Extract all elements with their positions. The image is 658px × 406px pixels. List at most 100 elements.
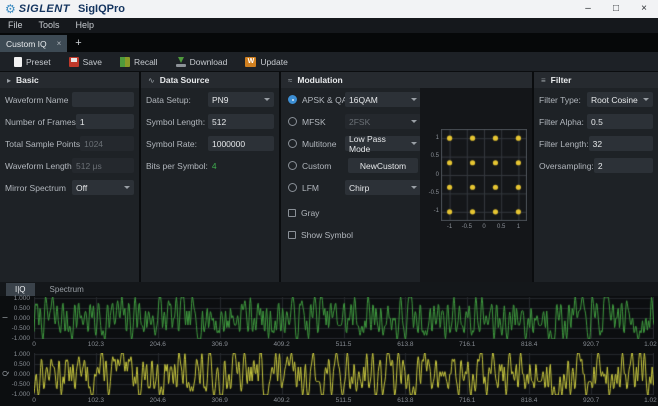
y-tick-label: 1.000: [4, 351, 30, 358]
update-icon: W: [245, 57, 256, 67]
x-tick-label: 920.7: [583, 341, 599, 348]
x-tick-label: 920.7: [583, 397, 599, 404]
add-tab-button[interactable]: +: [67, 35, 89, 52]
x-tick-label: 818.4: [521, 397, 537, 404]
chevron-down-icon: [411, 186, 417, 189]
basic-panel: ▸ Basic Waveform Name Number of Frames 1…: [0, 72, 139, 282]
x-tick-label: 409.2: [273, 341, 289, 348]
x-tick-label: 716.1: [459, 397, 475, 404]
toolbar: Preset Save Recall Download W Update: [0, 52, 658, 72]
q-channel-plot: Q 1.0000.5000.000-0.500-1.0000102.3204.6…: [0, 352, 658, 406]
checkbox-icon[interactable]: [288, 209, 296, 217]
modulation-icon: ≈: [288, 76, 292, 85]
x-tick-label: 0: [32, 341, 36, 348]
save-icon: [69, 57, 79, 67]
chevron-down-icon: [411, 120, 417, 123]
radio-icon[interactable]: [288, 183, 297, 192]
constellation-x-tick: -0.5: [462, 224, 472, 230]
tab-close-icon[interactable]: ×: [57, 39, 62, 48]
update-button[interactable]: W Update: [241, 54, 291, 70]
menu-bar: File Tools Help: [0, 18, 658, 33]
radio-icon[interactable]: [288, 139, 297, 148]
y-tick-label: 0.500: [4, 361, 30, 368]
constellation-y-tick: -0.5: [429, 190, 439, 196]
data-setup-select[interactable]: PN9: [208, 92, 274, 107]
radio-icon[interactable]: [288, 161, 297, 170]
radio-icon[interactable]: [288, 117, 297, 126]
symbol-rate-input[interactable]: 1000000: [208, 136, 274, 151]
x-tick-label: 613.8: [397, 341, 413, 348]
y-tick-label: 0.000: [4, 371, 30, 378]
x-tick-label: 818.4: [521, 341, 537, 348]
data-source-panel-header: ∿ Data Source: [141, 72, 279, 88]
chevron-down-icon: [643, 98, 649, 101]
oversampling-input[interactable]: 2: [594, 158, 653, 173]
constellation-y-tick: 0.5: [431, 153, 439, 159]
filter-icon: ≡: [541, 76, 546, 85]
download-button[interactable]: Download: [172, 54, 232, 70]
x-tick-label: 511.5: [336, 341, 352, 348]
bits-per-symbol-value: 4: [212, 161, 217, 171]
y-tick-label: -0.500: [4, 325, 30, 332]
preset-button[interactable]: Preset: [10, 54, 55, 70]
total-sample-points-value: 1024: [80, 136, 134, 151]
x-tick-label: 1.02 k: [644, 397, 658, 404]
y-tick-label: -1.000: [4, 335, 30, 342]
tab-label: Custom IQ: [6, 39, 47, 49]
recall-button[interactable]: Recall: [116, 54, 162, 70]
chevron-down-icon: [264, 98, 270, 101]
x-tick-label: 613.8: [397, 397, 413, 404]
gray-checkbox-row[interactable]: Gray: [281, 202, 421, 223]
constellation-y-tick: -1: [434, 208, 439, 214]
window-titlebar: ⚙ SIGLENT SigIQPro – □ ×: [0, 0, 658, 18]
recall-icon: [120, 57, 130, 67]
constellation-x-tick: 0: [482, 224, 485, 230]
app-title: SigIQPro: [78, 3, 125, 15]
multitone-mode-select[interactable]: Low Pass Mode: [345, 136, 421, 151]
tab-custom-iq[interactable]: Custom IQ ×: [0, 35, 67, 52]
data-source-panel: ∿ Data Source Data Setup: PN9 Symbol Len…: [141, 72, 279, 282]
number-of-frames-input[interactable]: 1: [76, 114, 134, 129]
x-tick-label: 306.9: [212, 397, 228, 404]
maximize-button[interactable]: □: [602, 0, 630, 18]
preset-icon: [14, 57, 22, 67]
y-tick-label: 0.500: [4, 305, 30, 312]
filter-length-input[interactable]: 32: [589, 136, 653, 151]
constellation-y-tick: 0: [436, 172, 439, 178]
lfm-type-select[interactable]: Chirp: [345, 180, 421, 195]
x-tick-label: 204.6: [150, 397, 166, 404]
x-tick-label: 409.2: [273, 397, 289, 404]
checkbox-icon[interactable]: [288, 231, 296, 239]
x-tick-label: 716.1: [459, 341, 475, 348]
radio-selected-icon[interactable]: [288, 95, 297, 104]
filter-type-select[interactable]: Root Cosine: [587, 92, 653, 107]
menu-file[interactable]: File: [0, 18, 31, 33]
mirror-spectrum-select[interactable]: Off: [72, 180, 134, 195]
download-icon: [176, 57, 186, 67]
x-tick-label: 306.9: [212, 341, 228, 348]
save-button[interactable]: Save: [65, 54, 106, 70]
view-tab-bar: I|Q Spectrum: [0, 282, 658, 296]
basic-icon: ▸: [7, 76, 11, 85]
y-tick-label: -0.500: [4, 381, 30, 388]
data-source-icon: ∿: [148, 76, 155, 85]
minimize-button[interactable]: –: [574, 0, 602, 18]
waveform-name-input[interactable]: [72, 92, 134, 107]
filter-panel: ≡ Filter Filter Type: Root Cosine Filter…: [534, 72, 658, 282]
show-symbol-checkbox-row[interactable]: Show Symbol: [281, 224, 421, 245]
filter-alpha-input[interactable]: 0.5: [587, 114, 653, 129]
tab-spectrum[interactable]: Spectrum: [41, 283, 93, 296]
constellation-x-tick: 0.5: [497, 224, 505, 230]
menu-help[interactable]: Help: [68, 18, 103, 33]
constellation-plot: [441, 129, 527, 221]
chevron-down-icon: [124, 186, 130, 189]
x-tick-label: 102.3: [88, 341, 104, 348]
apsk-qam-type-select[interactable]: 16QAM: [345, 92, 421, 107]
custom-name-input[interactable]: NewCustom: [348, 158, 418, 173]
close-button[interactable]: ×: [630, 0, 658, 18]
symbol-length-input[interactable]: 512: [208, 114, 274, 129]
x-tick-label: 204.6: [150, 341, 166, 348]
menu-tools[interactable]: Tools: [31, 18, 68, 33]
constellation-display: 10.50-0.5-1 -1-0.500.51: [420, 88, 532, 282]
constellation-x-tick: -1: [447, 224, 452, 230]
